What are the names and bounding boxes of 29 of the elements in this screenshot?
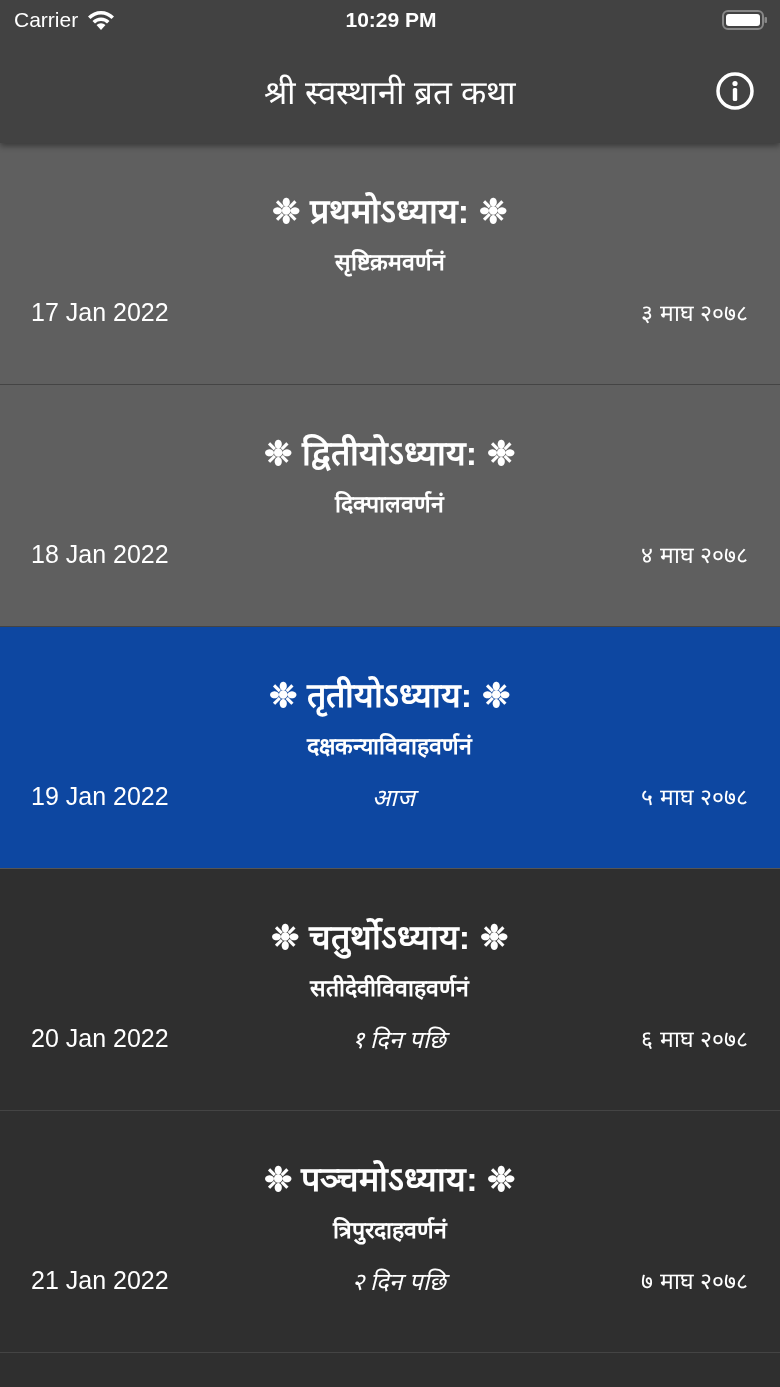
carrier-label: Carrier <box>14 8 79 32</box>
gregorian-date: 18 Jan 2022 <box>31 539 169 569</box>
screen-title: श्री स्वस्थानी ब्रत कथा <box>263 73 517 113</box>
nepali-date: ६ माघ २०७८ <box>641 1025 748 1054</box>
chapter-subtitle: सतीदेवीविवाहवर्णनं <box>310 974 469 1003</box>
chapter-subtitle: सृष्टिक्रमवर्णनं <box>334 248 445 277</box>
chapter-title: ❉ द्वितीयोऽध्याय: ❉ <box>264 433 515 474</box>
clock-time: 10:29 PM <box>345 8 437 32</box>
battery-icon <box>722 9 768 31</box>
gregorian-date: 20 Jan 2022 <box>31 1023 169 1053</box>
gregorian-date: 21 Jan 2022 <box>31 1265 169 1295</box>
chapter-row[interactable]: ❉ प्रथमोऽध्याय: ❉ सृष्टिक्रमवर्णनं 17 Jan 2022 ३ माघ २०७८ <box>0 143 780 385</box>
chapter-title: ❉ प्रथमोऽध्याय: ❉ <box>272 191 507 232</box>
nepali-date: ७ माघ २०७८ <box>641 1267 748 1296</box>
nepali-date: ५ माघ २०७८ <box>641 783 748 812</box>
gregorian-date: 17 Jan 2022 <box>31 297 169 327</box>
chapter-title: ❉ पञ्चमोऽध्याय: ❉ <box>263 1159 516 1200</box>
chapter-row[interactable]: ❉ द्वितीयोऽध्याय: ❉ दिक्पालवर्णनं 18 Jan 2022 ४ माघ २०७८ <box>0 385 780 627</box>
chapter-subtitle: त्रिपुरदाहवर्णनं <box>332 1216 447 1245</box>
chapter-subtitle: दक्षकन्याविवाहवर्णनं <box>307 732 472 761</box>
gregorian-date: 19 Jan 2022 <box>31 781 169 811</box>
chapter-title: ❉ तृतीयोऽध्याय: ❉ <box>269 673 510 717</box>
chapter-subtitle: दिक्पालवर्णनं <box>335 490 444 519</box>
nepali-date: ४ माघ २०७८ <box>641 541 748 570</box>
chapter-row[interactable]: ❉ तृतीयोऽध्याय: ❉ दक्षकन्याविवाहवर्णनं 19 Jan 2022 आज ५ माघ २०७८ <box>0 627 780 869</box>
info-button[interactable] <box>715 71 755 111</box>
nepali-date: ३ माघ २०७८ <box>641 299 748 328</box>
chapter-title: ❉ चतुर्थोऽध्याय: ❉ <box>271 915 508 959</box>
wifi-icon <box>86 9 117 31</box>
